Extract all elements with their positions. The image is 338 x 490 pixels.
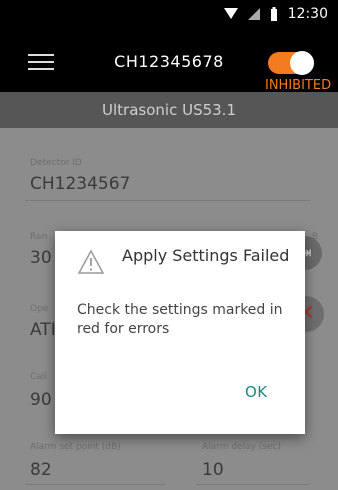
dialog-message: Check the settings marked in red for err… <box>77 302 283 337</box>
detector-id-label: Detector ID <box>30 158 82 168</box>
range-right-label: B <box>312 232 319 242</box>
status-time: 12:30 <box>287 6 328 22</box>
calibration-label: Cali <box>30 372 47 382</box>
app-bar: CH12345678 INHIBITED <box>0 32 338 93</box>
divider <box>196 484 310 485</box>
inhibit-status-label: INHIBITED <box>265 78 332 93</box>
alarm-set-point-label: Alarm set point (dB) <box>30 442 121 452</box>
ok-button[interactable]: OK <box>245 383 268 401</box>
calibration-field[interactable]: 90 <box>30 390 52 410</box>
operation-field[interactable]: ATI <box>30 320 56 340</box>
alarm-set-point-field[interactable]: 82 <box>30 460 52 480</box>
divider <box>25 484 165 485</box>
detector-id-field[interactable]: CH1234567 <box>30 174 130 194</box>
alarm-delay-field[interactable]: 10 <box>202 460 224 480</box>
inhibit-toggle[interactable] <box>268 51 314 75</box>
alarm-delay-label: Alarm delay (sec) <box>202 442 281 452</box>
signal-icon <box>247 8 260 20</box>
error-dialog: Apply Settings Failed Check the settings… <box>55 231 305 434</box>
range-label: Ran <box>30 232 48 242</box>
status-bar: 12:30 <box>0 0 338 32</box>
wifi-icon <box>223 8 238 19</box>
warning-icon <box>77 249 105 274</box>
divider <box>25 200 310 201</box>
detector-type-header: Ultrasonic US53.1 <box>0 92 338 128</box>
battery-icon <box>270 7 277 21</box>
dialog-title: Apply Settings Failed <box>122 246 290 265</box>
operation-label: Ope <box>30 304 49 314</box>
toggle-knob <box>290 51 314 75</box>
status-icons: 12:30 <box>223 6 328 22</box>
range-field[interactable]: 30 <box>30 248 52 268</box>
